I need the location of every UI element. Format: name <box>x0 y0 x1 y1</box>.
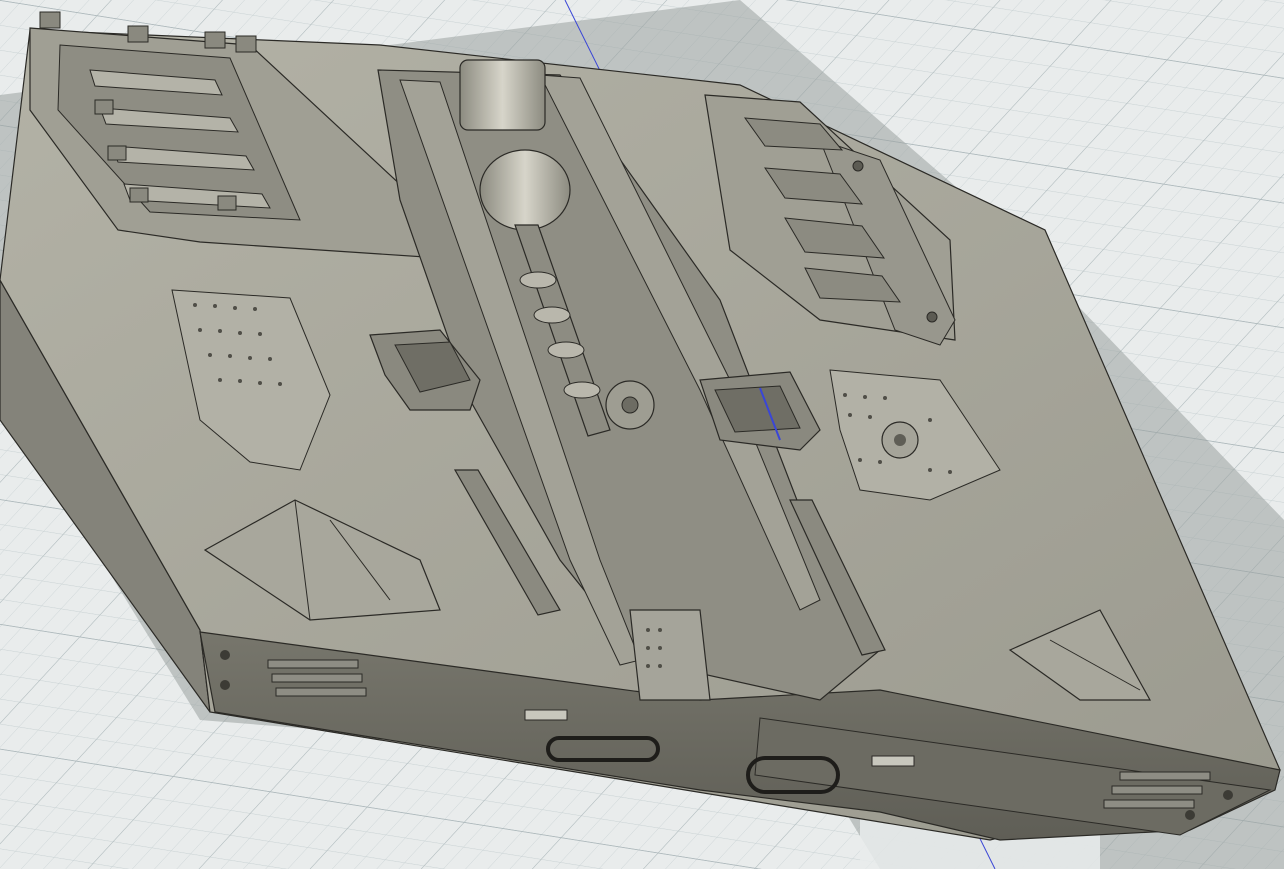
round-gear-center <box>894 434 906 446</box>
3d-viewport[interactable] <box>0 0 1284 869</box>
scene-canvas[interactable] <box>0 0 1284 869</box>
drum-cone[interactable] <box>479 149 571 231</box>
front-label-slot <box>871 755 915 767</box>
right-tray-hole <box>926 311 938 323</box>
flywheel-hub <box>621 396 639 414</box>
front-label-slot <box>524 709 568 721</box>
front-vents-left <box>267 659 367 697</box>
drum-housing[interactable] <box>459 59 546 131</box>
center-bracket[interactable] <box>629 609 711 701</box>
front-vents-right <box>1103 771 1211 809</box>
right-tray-hole <box>852 160 864 172</box>
